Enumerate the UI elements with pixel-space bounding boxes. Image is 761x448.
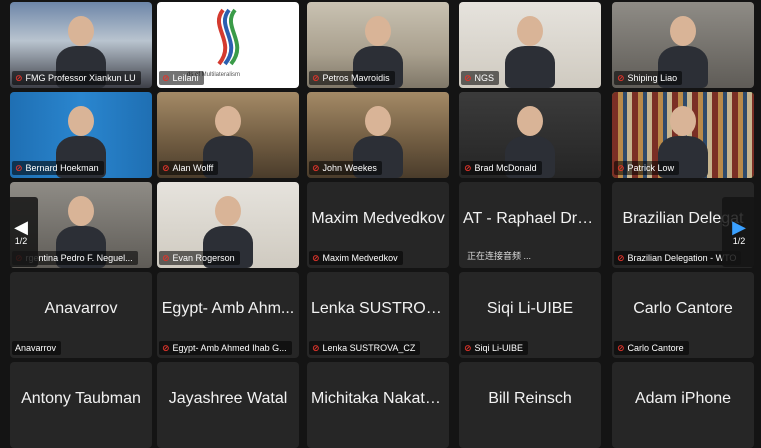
participant-name-tag: ⊘ Egypt- Amb Ahmed Ihab G... <box>159 341 292 355</box>
page-indicator: 1/2 <box>14 236 28 246</box>
participant-name: John Weekes <box>322 163 377 173</box>
participant-name: Siqi Li-UIBE <box>474 343 524 353</box>
participant-tile[interactable]: Maxim Medvedkov ⊘ Maxim Medvedkov <box>307 182 449 268</box>
muted-mic-icon: ⊘ <box>464 163 472 173</box>
participant-name-tag: ⊘ Siqi Li-UIBE <box>461 341 529 355</box>
participant-display-name: Maxim Medvedkov <box>311 209 445 227</box>
muted-mic-icon: ⊘ <box>15 163 23 173</box>
participant-tile[interactable]: ⊘ Bernard Hoekman <box>10 92 152 178</box>
participant-tile[interactable]: ds of Multilateralism ⊘ Leilani <box>157 2 299 88</box>
participant-name-tag: ⊘ Leilani <box>159 71 204 85</box>
participant-name-tag: ⊘ NGS <box>461 71 500 85</box>
chevron-right-icon: ▶ <box>732 217 746 237</box>
participant-tile[interactable]: AT - Raphael Dra... 正在连接音频 ... <box>459 182 601 268</box>
previous-page-button[interactable]: ◀ 1/2 <box>4 197 38 267</box>
participant-tile[interactable]: Michitaka Nakata... <box>307 362 449 448</box>
chevron-left-icon: ◀ <box>14 217 28 237</box>
participant-tile[interactable]: ⊘ FMG Professor Xiankun LU <box>10 2 152 88</box>
muted-mic-icon: ⊘ <box>312 343 320 353</box>
participant-tile[interactable]: Lenka SUSTROV... ⊘ Lenka SUSTROVA_CZ <box>307 272 449 358</box>
participant-tile[interactable]: Adam iPhone <box>612 362 754 448</box>
participant-display-name: Egypt- Amb Ahm... <box>161 299 295 317</box>
participant-name-tag: ⊘ Brad McDonald <box>461 161 542 175</box>
participant-tile[interactable]: Bill Reinsch <box>459 362 601 448</box>
participant-name: Evan Rogerson <box>172 253 235 263</box>
participant-tile[interactable]: ⊘ Brad McDonald <box>459 92 601 178</box>
participant-display-name: Lenka SUSTROV... <box>311 299 445 317</box>
participant-name: Bernard Hoekman <box>25 163 99 173</box>
participant-display-name: Anavarrov <box>44 299 118 317</box>
participant-name: Patrick Low <box>627 163 675 173</box>
participant-silhouette <box>505 16 555 88</box>
participant-name-tag: ⊘ Lenka SUSTROVA_CZ <box>309 341 421 355</box>
participant-display-name: Siqi Li-UIBE <box>486 299 574 317</box>
participant-grid: ⊘ FMG Professor Xiankun LU ds of Multilate… <box>0 0 761 448</box>
participant-tile[interactable]: ⊘ Patrick Low <box>612 92 754 178</box>
muted-mic-icon: ⊘ <box>617 253 625 263</box>
participant-name-tag: Anavarrov <box>12 341 62 355</box>
muted-mic-icon: ⊘ <box>312 253 320 263</box>
next-page-button[interactable]: ▶ 1/2 <box>722 197 756 267</box>
participant-name: rgentina Pedro F. Neguel... <box>25 253 133 263</box>
participant-name-tag: ⊘ Maxim Medvedkov <box>309 251 403 265</box>
participant-name: Petros Mavroidis <box>322 73 390 83</box>
participant-name-tag: ⊘ Shiping Liao <box>614 71 683 85</box>
participant-display-name: Jayashree Watal <box>168 389 288 407</box>
muted-mic-icon: ⊘ <box>464 73 472 83</box>
participant-tile[interactable]: ⊘ Shiping Liao <box>612 2 754 88</box>
participant-name-tag: ⊘ Alan Wolff <box>159 161 219 175</box>
participant-name: Carlo Cantore <box>627 343 684 353</box>
participant-tile[interactable]: Antony Taubman <box>10 362 152 448</box>
muted-mic-icon: ⊘ <box>162 73 170 83</box>
participant-name: Anavarrov <box>15 343 57 353</box>
muted-mic-icon: ⊘ <box>15 73 23 83</box>
participant-name-tag: ⊘ FMG Professor Xiankun LU <box>12 71 141 85</box>
page-indicator: 1/2 <box>732 236 746 246</box>
participant-tile[interactable]: Jayashree Watal <box>157 362 299 448</box>
muted-mic-icon: ⊘ <box>162 253 170 263</box>
participant-name-tag: ⊘ Patrick Low <box>614 161 680 175</box>
participant-name-tag: ⊘ Evan Rogerson <box>159 251 240 265</box>
participant-name: Lenka SUSTROVA_CZ <box>322 343 416 353</box>
participant-name: Brad McDonald <box>474 163 537 173</box>
participant-name-tag: ⊘ John Weekes <box>309 161 382 175</box>
participant-tile[interactable]: ⊘ Petros Mavroidis <box>307 2 449 88</box>
participant-tile[interactable]: Carlo Cantore ⊘ Carlo Cantore <box>612 272 754 358</box>
participant-name: Alan Wolff <box>172 163 214 173</box>
participant-name: Leilani <box>172 73 199 83</box>
muted-mic-icon: ⊘ <box>162 163 170 173</box>
connection-status: 正在连接音频 ... <box>467 251 532 261</box>
muted-mic-icon: ⊘ <box>617 73 625 83</box>
participant-tile[interactable]: ⊘ NGS <box>459 2 601 88</box>
participant-name-tag: ⊘ Carlo Cantore <box>614 341 689 355</box>
participant-tile[interactable]: Anavarrov Anavarrov <box>10 272 152 358</box>
participant-name: Egypt- Amb Ahmed Ihab G... <box>172 343 287 353</box>
participant-display-name: Antony Taubman <box>21 389 141 407</box>
participant-tile[interactable]: ⊘ Evan Rogerson <box>157 182 299 268</box>
participant-name-tag: ⊘ Petros Mavroidis <box>309 71 395 85</box>
participant-tile[interactable]: ⊘ John Weekes <box>307 92 449 178</box>
participant-display-name: Carlo Cantore <box>633 299 733 317</box>
muted-mic-icon: ⊘ <box>617 343 625 353</box>
participant-name-tag: ⊘ Bernard Hoekman <box>12 161 104 175</box>
participant-name: NGS <box>474 73 495 83</box>
participant-name: FMG Professor Xiankun LU <box>25 73 136 83</box>
participant-tile[interactable]: ⊘ Alan Wolff <box>157 92 299 178</box>
participant-display-name: Michitaka Nakata... <box>311 389 445 407</box>
muted-mic-icon: ⊘ <box>312 73 320 83</box>
participant-display-name: Adam iPhone <box>634 389 732 407</box>
participant-name: Maxim Medvedkov <box>322 253 398 263</box>
participant-display-name: Bill Reinsch <box>488 389 572 407</box>
muted-mic-icon: ⊘ <box>617 163 625 173</box>
muted-mic-icon: ⊘ <box>312 163 320 173</box>
muted-mic-icon: ⊘ <box>162 343 170 353</box>
participant-tile[interactable]: Egypt- Amb Ahm... ⊘ Egypt- Amb Ahmed Ihab … <box>157 272 299 358</box>
participant-name: Shiping Liao <box>627 73 678 83</box>
participant-name: Brazilian Delegation - WTO <box>627 253 737 263</box>
participant-tile[interactable]: Siqi Li-UIBE ⊘ Siqi Li-UIBE <box>459 272 601 358</box>
participant-display-name: AT - Raphael Dra... <box>463 209 597 227</box>
muted-mic-icon: ⊘ <box>464 343 472 353</box>
